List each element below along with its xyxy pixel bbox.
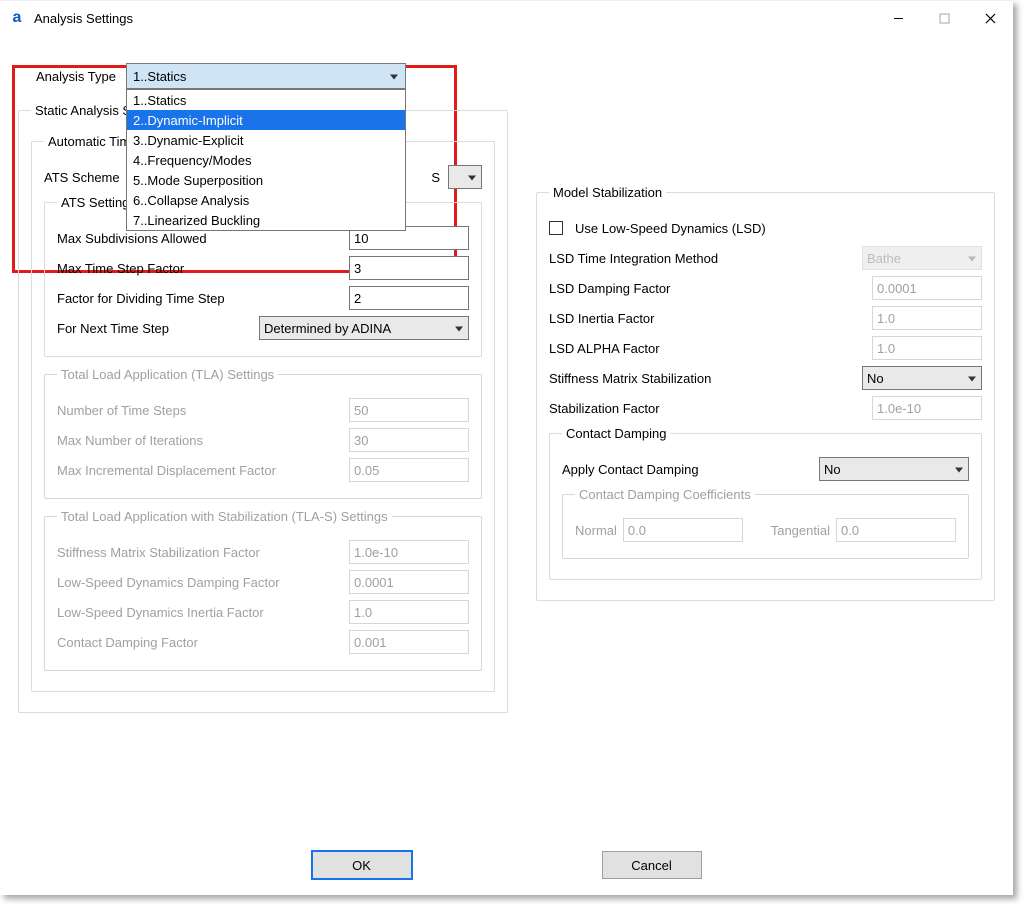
stab-factor-label: Stabilization Factor — [549, 401, 660, 416]
tlas-lsd-damp-input — [349, 570, 469, 594]
lsd-damp-input — [872, 276, 982, 300]
analysis-type-option[interactable]: 7..Linearized Buckling — [127, 210, 405, 230]
apply-cd-label: Apply Contact Damping — [562, 462, 699, 477]
close-button[interactable] — [967, 1, 1013, 35]
tla-legend: Total Load Application (TLA) Settings — [57, 367, 278, 382]
analysis-type-selected: 1..Statics — [133, 69, 186, 84]
stiff-stab-label: Stiffness Matrix Stabilization — [549, 371, 711, 386]
tla-numsteps-label: Number of Time Steps — [57, 403, 186, 418]
app-icon: a — [8, 9, 26, 27]
tlas-cdf-input — [349, 630, 469, 654]
window-title: Analysis Settings — [34, 11, 133, 26]
tlas-lsd-inertia-input — [349, 600, 469, 624]
ats-scheme-partial-text: S — [431, 170, 440, 185]
stiff-stab-select[interactable]: No — [862, 366, 982, 390]
tla-maxdisp-input — [349, 458, 469, 482]
tlas-lsd-damp-label: Low-Speed Dynamics Damping Factor — [57, 575, 280, 590]
model-stabilization-legend: Model Stabilization — [549, 185, 666, 200]
contact-damping-group: Contact Damping Apply Contact Damping No… — [549, 426, 982, 580]
use-lsd-checkbox[interactable] — [549, 221, 563, 235]
cancel-button[interactable]: Cancel — [602, 851, 702, 879]
analysis-type-option[interactable]: 2..Dynamic-Implicit — [127, 110, 405, 130]
analysis-type-option[interactable]: 6..Collapse Analysis — [127, 190, 405, 210]
tla-maxdisp-label: Max Incremental Displacement Factor — [57, 463, 276, 478]
tla-numsteps-input — [349, 398, 469, 422]
cd-normal-label: Normal — [575, 523, 617, 538]
factor-divide-label: Factor for Dividing Time Step — [57, 291, 225, 306]
ats-scheme-select[interactable] — [448, 165, 482, 189]
cd-coeff-legend: Contact Damping Coefficients — [575, 487, 755, 502]
minimize-button[interactable] — [875, 1, 921, 35]
next-step-label: For Next Time Step — [57, 321, 169, 336]
analysis-type-label: Analysis Type — [36, 69, 116, 84]
ok-button[interactable]: OK — [312, 851, 412, 879]
max-tsf-input[interactable] — [349, 256, 469, 280]
lsd-inertia-input — [872, 306, 982, 330]
model-stabilization-group: Model Stabilization Use Low-Speed Dynami… — [536, 185, 995, 601]
tla-maxiter-input — [349, 428, 469, 452]
lsd-method-select: Bathe — [862, 246, 982, 270]
lsd-alpha-label: LSD ALPHA Factor — [549, 341, 660, 356]
cd-tangential-input — [836, 518, 956, 542]
use-lsd-label: Use Low-Speed Dynamics (LSD) — [575, 221, 766, 236]
contact-damping-legend: Contact Damping — [562, 426, 670, 441]
analysis-settings-dialog: a Analysis Settings Analysis Type 1..Sta… — [0, 0, 1013, 895]
cd-tangential-label: Tangential — [771, 523, 830, 538]
tla-maxiter-label: Max Number of Iterations — [57, 433, 203, 448]
ats-scheme-label: ATS Scheme — [44, 170, 120, 185]
cd-coefficients-group: Contact Damping Coefficients Normal Tang… — [562, 487, 969, 559]
tlas-cdf-label: Contact Damping Factor — [57, 635, 198, 650]
tlas-stiff-input — [349, 540, 469, 564]
analysis-type-option[interactable]: 3..Dynamic-Explicit — [127, 130, 405, 150]
tlas-settings-group: Total Load Application with Stabilizatio… — [44, 509, 482, 671]
lsd-damp-label: LSD Damping Factor — [549, 281, 670, 296]
analysis-type-combobox[interactable]: 1..Statics 1..Statics 2..Dynamic-Implici… — [126, 63, 406, 89]
apply-cd-select[interactable]: No — [819, 457, 969, 481]
analysis-type-dropdown: 1..Statics 2..Dynamic-Implicit 3..Dynami… — [126, 89, 406, 231]
cd-normal-input — [623, 518, 743, 542]
max-subdivisions-label: Max Subdivisions Allowed — [57, 231, 207, 246]
analysis-type-option[interactable]: 4..Frequency/Modes — [127, 150, 405, 170]
tlas-legend: Total Load Application with Stabilizatio… — [57, 509, 392, 524]
lsd-inertia-label: LSD Inertia Factor — [549, 311, 655, 326]
analysis-type-option[interactable]: 5..Mode Superposition — [127, 170, 405, 190]
lsd-method-label: LSD Time Integration Method — [549, 251, 718, 266]
factor-divide-input[interactable] — [349, 286, 469, 310]
max-tsf-label: Max Time Step Factor — [57, 261, 184, 276]
tlas-lsd-inertia-label: Low-Speed Dynamics Inertia Factor — [57, 605, 264, 620]
tla-settings-group: Total Load Application (TLA) Settings Nu… — [44, 367, 482, 499]
stab-factor-input — [872, 396, 982, 420]
tlas-stiff-label: Stiffness Matrix Stabilization Factor — [57, 545, 260, 560]
analysis-type-option[interactable]: 1..Statics — [127, 90, 405, 110]
lsd-alpha-input — [872, 336, 982, 360]
next-step-select[interactable]: Determined by ADINA — [259, 316, 469, 340]
titlebar: a Analysis Settings — [0, 1, 1013, 35]
maximize-button — [921, 1, 967, 35]
